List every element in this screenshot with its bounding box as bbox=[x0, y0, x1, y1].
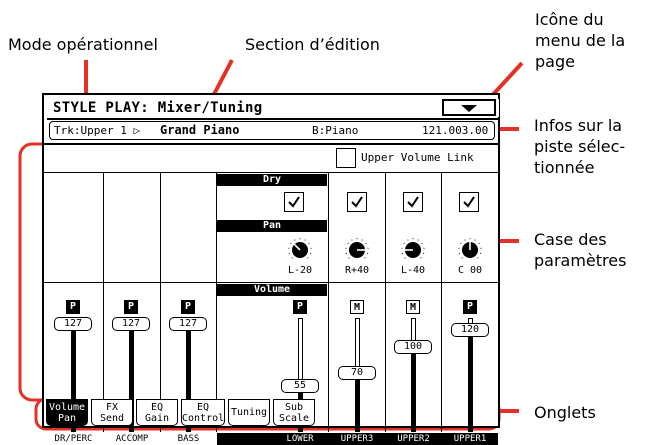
volume-section-label: Volume bbox=[217, 284, 327, 296]
channel-name: UPPER1 bbox=[442, 433, 498, 445]
volume-mode-badge: P bbox=[181, 300, 195, 314]
title-bar: STYLE PLAY: Mixer/Tuning bbox=[47, 99, 499, 120]
grid-line bbox=[441, 172, 442, 432]
channel-name: UPPER3 bbox=[329, 433, 385, 445]
page-title: STYLE PLAY: Mixer/Tuning bbox=[53, 100, 263, 116]
dry-checkbox-upper3[interactable] bbox=[347, 192, 367, 212]
grid-line bbox=[328, 172, 329, 432]
volume-mode-badge: M bbox=[406, 300, 420, 314]
volume-fader-handle[interactable]: 127 bbox=[112, 317, 150, 331]
volume-mode-badge: P bbox=[463, 300, 477, 314]
grid-line bbox=[44, 172, 498, 173]
pan-knob[interactable] bbox=[458, 238, 482, 262]
triangle-down-icon bbox=[461, 105, 477, 112]
title-underline bbox=[47, 118, 499, 120]
track-sound: Grand Piano bbox=[160, 123, 240, 137]
pan-knob[interactable] bbox=[345, 238, 369, 262]
track-program: 121.003.00 bbox=[422, 124, 489, 137]
pan-value: L-40 bbox=[400, 265, 426, 276]
volume-mode-badge: P bbox=[293, 300, 307, 314]
tab-label: EQ bbox=[196, 402, 210, 413]
tab-eq-gain[interactable]: EQ Gain bbox=[136, 399, 178, 426]
page-menu-button[interactable] bbox=[442, 99, 496, 116]
volume-mode-badge: M bbox=[350, 300, 364, 314]
upper-volume-link-label: Upper Volume Link bbox=[361, 151, 474, 164]
grid-line bbox=[44, 282, 498, 283]
pan-value: L-20 bbox=[287, 265, 313, 276]
track-bank: B:Piano bbox=[312, 124, 359, 137]
tab-label: Gain bbox=[144, 413, 170, 424]
volume-fader-handle[interactable]: 120 bbox=[451, 323, 489, 337]
checkmark-icon bbox=[463, 196, 475, 208]
channel-name: ACCOMP bbox=[115, 434, 149, 444]
tab-label: Volume bbox=[48, 402, 86, 413]
grid-line bbox=[385, 172, 386, 432]
tab-label: Scale bbox=[278, 413, 310, 424]
channel-name: BASS bbox=[177, 434, 200, 444]
volume-fader-handle[interactable]: 127 bbox=[169, 317, 207, 331]
tab-fx-send[interactable]: FX Send bbox=[91, 399, 133, 426]
parameter-area: Upper Volume Link Dry Pan Volume L-20 R+4… bbox=[44, 144, 498, 445]
track-name: Trk:Upper 1 ▷ bbox=[54, 124, 141, 137]
channel-name: LOWER bbox=[272, 433, 328, 445]
track-info-bar[interactable]: Trk:Upper 1 ▷ Grand Piano B:Piano 121.00… bbox=[49, 121, 495, 140]
upper-volume-link-checkbox[interactable] bbox=[336, 148, 356, 168]
tab-tuning[interactable]: Tuning bbox=[228, 399, 270, 426]
channel-name-row: DR/PERC ACCOMP BASS LOWER UPPER3 UPPER2 … bbox=[44, 433, 498, 445]
pan-section-label: Pan bbox=[217, 220, 327, 232]
tab-sub-scale[interactable]: Sub Scale bbox=[273, 399, 315, 426]
dry-section-label: Dry bbox=[217, 174, 327, 186]
tab-label: Send bbox=[99, 413, 125, 424]
pan-value: C 00 bbox=[457, 265, 483, 276]
channel-name: UPPER2 bbox=[386, 433, 441, 445]
tab-volume-pan[interactable]: Volume Pan bbox=[46, 399, 88, 426]
channel-name: DR/PERC bbox=[54, 434, 93, 444]
tab-label: Sub bbox=[284, 402, 304, 413]
tab-label: EQ bbox=[150, 402, 164, 413]
grid-line bbox=[160, 172, 161, 432]
volume-fader-handle[interactable]: 70 bbox=[338, 366, 376, 380]
checkmark-icon bbox=[407, 196, 419, 208]
pan-knob[interactable] bbox=[401, 238, 425, 262]
volume-mode-badge: P bbox=[66, 300, 80, 314]
instrument-display: STYLE PLAY: Mixer/Tuning Trk:Upper 1 ▷ G… bbox=[42, 93, 500, 445]
volume-mode-badge: P bbox=[124, 300, 138, 314]
pan-knob[interactable] bbox=[288, 238, 312, 262]
pan-value: R+40 bbox=[344, 265, 370, 276]
tab-bar: Volume Pan FX Send EQ Gain EQ Control Tu… bbox=[44, 399, 498, 426]
grid-line bbox=[216, 172, 217, 432]
tab-label: Pan bbox=[57, 413, 77, 424]
checkmark-icon bbox=[288, 196, 300, 208]
grid-line bbox=[103, 172, 104, 432]
volume-fader-handle[interactable]: 127 bbox=[54, 317, 92, 331]
tab-eq-control[interactable]: EQ Control bbox=[181, 399, 225, 426]
dry-checkbox-upper2[interactable] bbox=[403, 192, 423, 212]
tab-label: Control bbox=[182, 413, 225, 424]
volume-fader-handle[interactable]: 100 bbox=[394, 340, 432, 354]
tab-label: FX bbox=[105, 402, 119, 413]
dry-checkbox-lower[interactable] bbox=[284, 192, 304, 212]
dry-checkbox-upper1[interactable] bbox=[459, 192, 479, 212]
checkmark-icon bbox=[351, 196, 363, 208]
tab-label: Tuning bbox=[230, 407, 268, 418]
volume-fader-handle[interactable]: 55 bbox=[281, 379, 319, 393]
